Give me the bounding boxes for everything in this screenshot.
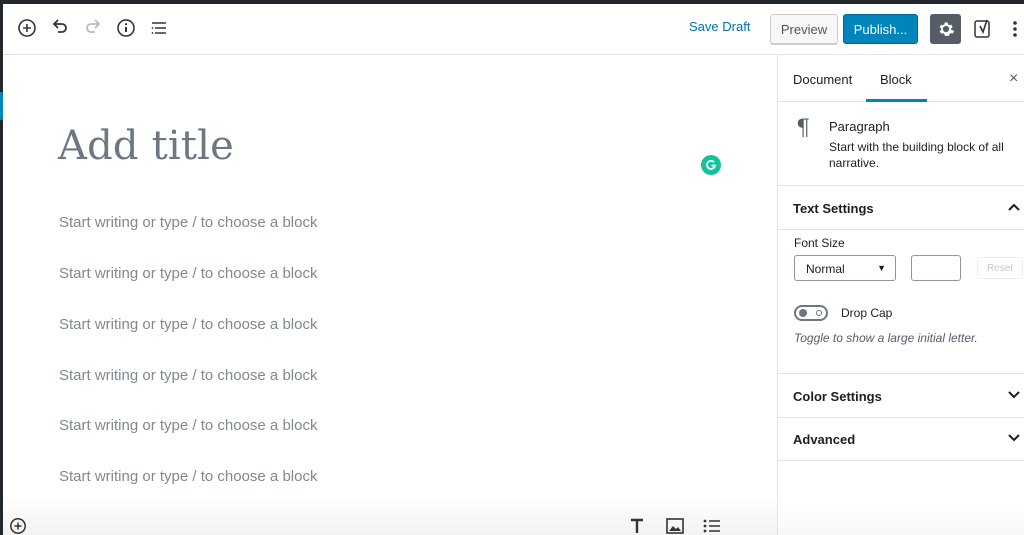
panel-title: Color Settings bbox=[793, 389, 882, 404]
post-title-input[interactable]: Add title bbox=[58, 123, 234, 169]
publish-button[interactable]: Publish... bbox=[843, 14, 918, 44]
toggle-off-indicator bbox=[816, 310, 822, 316]
paragraph-block-placeholder[interactable]: Start writing or type / to choose a bloc… bbox=[59, 265, 317, 282]
drop-cap-label: Drop Cap bbox=[841, 306, 893, 320]
close-icon[interactable]: × bbox=[1009, 70, 1018, 88]
color-settings-panel-toggle[interactable]: Color Settings bbox=[778, 375, 1024, 418]
toggle-knob bbox=[799, 309, 807, 317]
paragraph-icon: ¶ bbox=[796, 116, 810, 141]
block-description: Start with the building block of all nar… bbox=[829, 140, 1004, 170]
sidebar-tabs: Document Block × bbox=[778, 55, 1024, 102]
gear-icon bbox=[939, 22, 954, 36]
settings-sidebar: Document Block × ¶ Paragraph Start with … bbox=[777, 55, 1024, 535]
text-settings-body: Font Size Normal ▼ Reset Drop Cap Toggle… bbox=[778, 230, 1024, 374]
font-size-value: Normal bbox=[806, 262, 845, 276]
tab-block[interactable]: Block bbox=[880, 72, 912, 87]
paragraph-block-placeholder[interactable]: Start writing or type / to choose a bloc… bbox=[59, 214, 317, 231]
panel-title: Advanced bbox=[793, 432, 856, 447]
text-settings-panel-toggle[interactable]: Text Settings bbox=[778, 187, 1024, 230]
heading-icon[interactable] bbox=[626, 515, 648, 535]
paragraph-block-placeholder[interactable]: Start writing or type / to choose a bloc… bbox=[59, 316, 317, 333]
grammarly-icon[interactable] bbox=[701, 155, 721, 175]
image-icon[interactable] bbox=[664, 515, 686, 535]
chevron-down-icon bbox=[1008, 434, 1020, 442]
block-card: ¶ Paragraph Start with the building bloc… bbox=[778, 102, 1024, 186]
chevron-down-icon bbox=[1008, 391, 1020, 399]
panel-title: Text Settings bbox=[793, 201, 874, 216]
drop-cap-help: Toggle to show a large initial letter. bbox=[794, 331, 978, 345]
editor-canvas: Add title Start writing or type / to cho… bbox=[3, 55, 777, 535]
tab-document[interactable]: Document bbox=[793, 72, 852, 87]
add-block-icon[interactable] bbox=[9, 517, 27, 535]
list-view-icon[interactable] bbox=[147, 16, 171, 40]
caret-down-icon: ▼ bbox=[877, 263, 886, 273]
chevron-up-icon bbox=[1008, 203, 1020, 211]
reset-font-size-button[interactable]: Reset bbox=[977, 257, 1023, 279]
sidebar-bottom-fade bbox=[778, 505, 1024, 535]
preview-button[interactable]: Preview bbox=[770, 14, 838, 44]
list-icon[interactable] bbox=[701, 515, 723, 535]
info-icon[interactable] bbox=[114, 16, 138, 40]
settings-toggle-button[interactable] bbox=[930, 14, 961, 44]
advanced-panel-toggle[interactable]: Advanced bbox=[778, 418, 1024, 461]
paragraph-block-placeholder[interactable]: Start writing or type / to choose a bloc… bbox=[59, 367, 317, 384]
yoast-icon[interactable] bbox=[971, 16, 995, 42]
paragraph-block-placeholder[interactable]: Start writing or type / to choose a bloc… bbox=[59, 468, 317, 485]
font-size-label: Font Size bbox=[794, 236, 845, 250]
editor-header: Save Draft Preview Publish... bbox=[3, 4, 1024, 55]
undo-icon[interactable] bbox=[48, 16, 72, 40]
font-size-select[interactable]: Normal ▼ bbox=[794, 255, 896, 281]
save-draft-button[interactable]: Save Draft bbox=[689, 19, 750, 34]
add-block-icon[interactable] bbox=[15, 16, 39, 40]
drop-cap-toggle[interactable] bbox=[794, 305, 828, 321]
custom-font-size-input[interactable] bbox=[911, 255, 961, 281]
paragraph-block-placeholder[interactable]: Start writing or type / to choose a bloc… bbox=[59, 417, 317, 434]
more-vertical-icon[interactable] bbox=[1009, 16, 1021, 42]
redo-icon[interactable] bbox=[81, 16, 105, 40]
block-name: Paragraph bbox=[829, 119, 890, 134]
editor-bottom-fade bbox=[3, 495, 777, 535]
